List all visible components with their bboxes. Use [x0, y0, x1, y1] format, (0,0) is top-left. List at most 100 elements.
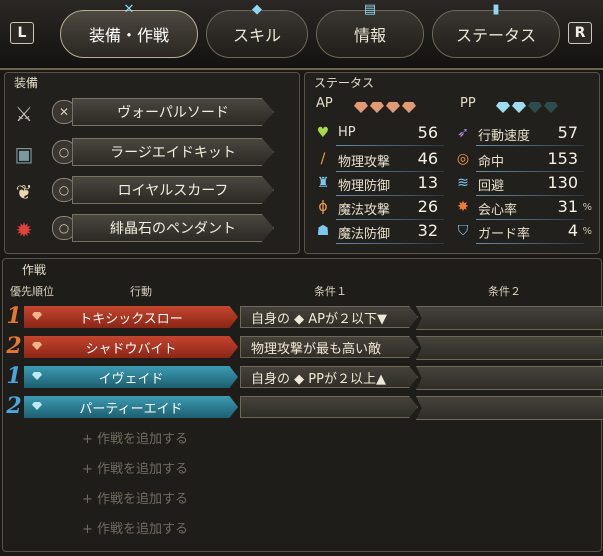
stat-row-guard: ⛉ ガード率 4 %	[454, 220, 594, 244]
action-label: トキシックスロー	[79, 311, 183, 327]
condition-1-button[interactable]: 自身の ◆ APが２以下▼	[240, 306, 418, 328]
pendant-icon: ✹	[15, 218, 33, 242]
header-action: 行動	[130, 285, 152, 298]
equipment-item[interactable]: ▣ ○ ラージエイドキット	[10, 138, 278, 170]
tactics-title: 作戦	[22, 263, 47, 277]
stat-value: 153	[547, 149, 578, 168]
l-button-hint[interactable]: L	[10, 22, 34, 44]
condition-1-button[interactable]	[240, 396, 418, 418]
equipment-name: ラージエイドキット	[72, 138, 274, 166]
evade-icon: ≋	[457, 175, 469, 191]
tab-skills[interactable]: ◆ スキル	[206, 3, 308, 58]
critical-icon: ✸	[457, 199, 469, 215]
stat-row-mag-def: ☗ 魔法防御 32	[314, 220, 454, 244]
ap-label: AP	[316, 96, 333, 111]
stat-value: 57	[557, 123, 578, 142]
action-button[interactable]: イヴェイド	[24, 366, 238, 388]
armor-icon: ♜	[316, 175, 330, 191]
add-tactic-button[interactable]: + 作戦を追加する	[82, 488, 188, 507]
stat-unit: %	[582, 226, 592, 237]
action-button[interactable]: パーティーエイド	[24, 396, 238, 418]
stat-row-hp: ♥ HP 56	[314, 122, 454, 146]
condition-2-button[interactable]	[416, 336, 603, 360]
tab-info[interactable]: ▤ 情報	[316, 3, 424, 58]
equipment-item[interactable]: ⚔ ✕ ヴォーパルソード	[10, 98, 278, 130]
sword-icon: ⚔	[15, 102, 33, 126]
priority-number: 1	[6, 363, 22, 389]
magic-shield-icon: ☗	[316, 223, 330, 239]
stat-value: 31	[557, 197, 578, 216]
condition-2-button[interactable]	[416, 396, 603, 420]
pp-label: PP	[460, 96, 476, 111]
pp-gem-empty-icon	[544, 102, 558, 113]
add-tactic-button[interactable]: + 作戦を追加する	[82, 518, 188, 537]
stat-unit: %	[582, 202, 592, 213]
add-tactic-button[interactable]: + 作戦を追加する	[82, 458, 188, 477]
r-button-hint[interactable]: R	[568, 22, 592, 44]
stat-value: 13	[417, 173, 438, 192]
tab-label: 情報	[353, 26, 386, 45]
sword-icon: /	[320, 151, 326, 167]
action-button[interactable]: シャドウバイト	[24, 336, 238, 358]
chest-icon: ▣	[14, 142, 34, 166]
condition-2-button[interactable]	[416, 366, 603, 390]
action-label: イヴェイド	[98, 371, 164, 387]
condition-1-button[interactable]: 自身の ◆ PPが２以上▲	[240, 366, 418, 388]
stat-label: 物理攻撃	[338, 155, 391, 170]
equipment-name: ヴォーパルソード	[72, 98, 274, 126]
tactic-row[interactable]: 2 パーティーエイド	[0, 393, 603, 420]
equipment-item[interactable]: ✹ ○ 緋晶石のペンダント	[10, 214, 278, 246]
stat-row-accuracy: ◎ 命中 153	[454, 148, 594, 172]
stat-label: 会心率	[478, 203, 518, 218]
pp-gem-empty-icon	[528, 102, 542, 113]
stat-row-mag-atk: ϕ 魔法攻撃 26	[314, 196, 454, 220]
header-condition-2: 条件２	[488, 285, 521, 298]
condition-2-button[interactable]	[416, 306, 603, 330]
stat-label: 物理防御	[338, 179, 391, 194]
equipment-name: ロイヤルスカーフ	[72, 176, 274, 204]
book-icon: ▤	[363, 2, 377, 17]
equipment-name: 緋晶石のペンダント	[72, 214, 274, 242]
heart-icon: ♥	[316, 125, 330, 141]
pp-gem-icon	[496, 102, 510, 113]
action-label: シャドウバイト	[85, 341, 177, 357]
action-button[interactable]: トキシックスロー	[24, 306, 238, 328]
stat-value: 56	[417, 123, 438, 142]
tab-label: 装備・作戦	[88, 26, 169, 45]
status-title: ステータス	[314, 76, 375, 90]
ap-gem-icon	[354, 102, 368, 113]
pp-gem-icon	[512, 102, 526, 113]
status-icon: ▮	[492, 2, 500, 17]
tab-equip-tactics[interactable]: ✕ 装備・作戦	[60, 3, 198, 58]
action-label: パーティーエイド	[79, 401, 183, 417]
diamond-icon: ◆	[252, 2, 262, 17]
tactic-row[interactable]: 2 シャドウバイト 物理攻撃が最も高い敵	[0, 333, 603, 360]
header-condition-1: 条件１	[314, 285, 347, 298]
priority-number: 2	[6, 393, 22, 419]
stat-row-critical: ✸ 会心率 31 %	[454, 196, 594, 220]
stat-row-phys-def: ♜ 物理防御 13	[314, 172, 454, 196]
stat-value: 32	[417, 221, 438, 240]
stat-value: 130	[547, 173, 578, 192]
ap-gem-icon	[386, 102, 400, 113]
priority-number: 1	[6, 303, 22, 329]
guard-icon: ⛉	[457, 223, 469, 239]
stat-value: 46	[417, 149, 438, 168]
stat-row-speed: ➶ 行動速度 57	[454, 122, 594, 146]
tab-status[interactable]: ▮ ステータス	[432, 3, 560, 58]
pp-gems	[496, 98, 560, 117]
tactic-row[interactable]: 1 イヴェイド 自身の ◆ PPが２以上▲	[0, 363, 603, 390]
stat-label: ガード率	[478, 227, 531, 242]
wand-icon: ϕ	[318, 199, 328, 215]
condition-1-button[interactable]: 物理攻撃が最も高い敵	[240, 336, 418, 358]
stat-label: 魔法攻撃	[338, 203, 391, 218]
sword-icon: ✕	[123, 2, 135, 17]
equipment-title: 装備	[14, 76, 39, 90]
add-tactic-button[interactable]: + 作戦を追加する	[82, 428, 188, 447]
stat-label: 回避	[478, 179, 505, 194]
equipment-item[interactable]: ❦ ○ ロイヤルスカーフ	[10, 176, 278, 208]
tactic-row[interactable]: 1 トキシックスロー 自身の ◆ APが２以下▼	[0, 303, 603, 330]
speed-icon: ➶	[457, 125, 469, 141]
target-icon: ◎	[456, 151, 470, 167]
stat-label: 魔法防御	[338, 227, 391, 242]
